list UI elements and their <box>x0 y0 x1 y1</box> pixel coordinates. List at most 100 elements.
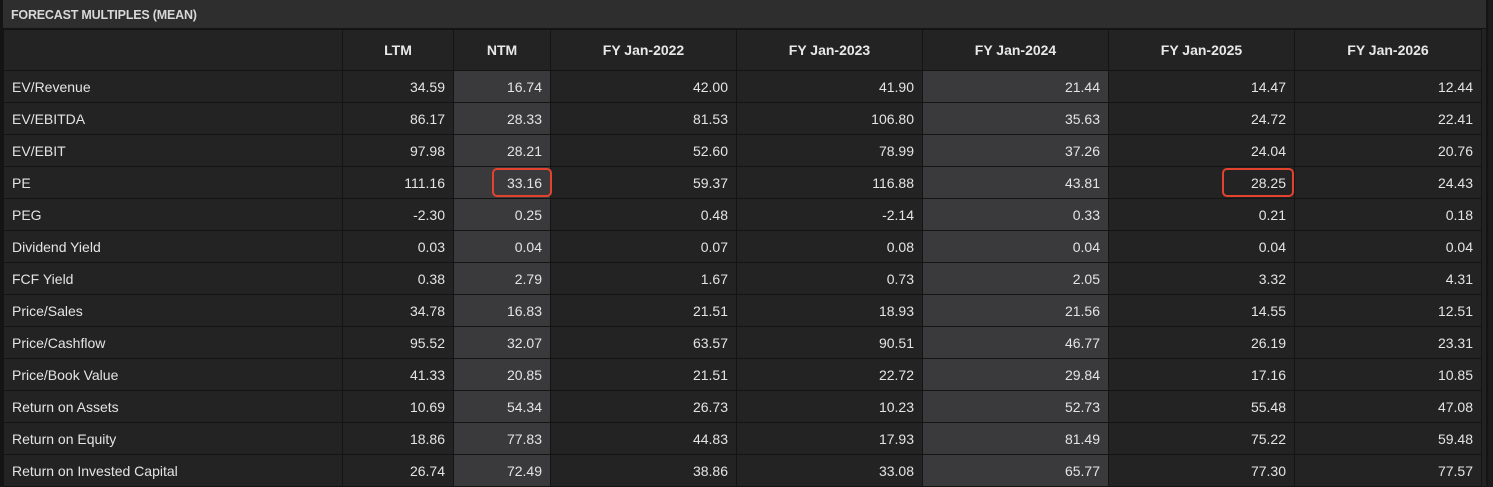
value-cell: 1.67 <box>550 262 737 295</box>
value-cell: 34.78 <box>342 294 454 327</box>
header-cell[interactable]: FY Jan-2022 <box>550 29 737 71</box>
forecast-multiples-panel: FORECAST MULTIPLES (MEAN) LTM NTM FY Jan-2… <box>0 0 1488 487</box>
value-cell: 12.51 <box>1294 294 1482 327</box>
table-row[interactable]: PE 111.16 33.16 59.37 116.88 43.81 28.25 24.43 <box>3 166 1482 199</box>
value-cell: 90.51 <box>736 326 923 359</box>
value-cell: 59.37 <box>550 166 737 199</box>
value-cell: 59.48 <box>1294 422 1482 455</box>
value-cell: 81.53 <box>550 102 737 135</box>
value-cell: 95.52 <box>342 326 454 359</box>
header-cell[interactable]: FY Jan-2025 <box>1108 29 1295 71</box>
value-cell: 38.86 <box>550 454 737 487</box>
row-label: PEG <box>3 198 343 231</box>
header-cell[interactable]: LTM <box>342 29 454 71</box>
value-cell: 18.86 <box>342 422 454 455</box>
value-cell: 10.85 <box>1294 358 1482 391</box>
value-cell: 77.83 <box>453 422 551 455</box>
value-cell: 2.05 <box>922 262 1109 295</box>
value-cell: 78.99 <box>736 134 923 167</box>
value-cell: 0.48 <box>550 198 737 231</box>
value-cell: 2.79 <box>453 262 551 295</box>
value-cell: 22.41 <box>1294 102 1482 135</box>
table-row[interactable]: Price/Cashflow 95.52 32.07 63.57 90.51 46.77 2… <box>3 326 1482 359</box>
value-cell: 3.32 <box>1108 262 1295 295</box>
value-cell: 12.44 <box>1294 70 1482 103</box>
table-row[interactable]: EV/EBIT 97.98 28.21 52.60 78.99 37.26 24.04 20.… <box>3 134 1482 167</box>
value-cell: 32.07 <box>453 326 551 359</box>
value-cell: 17.16 <box>1108 358 1295 391</box>
row-label: Price/Sales <box>3 294 343 327</box>
value-cell: 77.30 <box>1108 454 1295 487</box>
value-cell: 34.59 <box>342 70 454 103</box>
value-cell: 17.93 <box>736 422 923 455</box>
value-cell: 47.08 <box>1294 390 1482 423</box>
value-cell: 16.83 <box>453 294 551 327</box>
row-label: FCF Yield <box>3 262 343 295</box>
row-label: Return on Assets <box>3 390 343 423</box>
table-row[interactable]: Dividend Yield 0.03 0.04 0.07 0.08 0.04 0.04 0.… <box>3 230 1482 263</box>
value-cell: 54.34 <box>453 390 551 423</box>
value-cell: 72.49 <box>453 454 551 487</box>
value-cell: 0.04 <box>1108 230 1295 263</box>
value-cell: 52.73 <box>922 390 1109 423</box>
value-cell: -2.14 <box>736 198 923 231</box>
value-cell: 42.00 <box>550 70 737 103</box>
table-row[interactable]: FCF Yield 0.38 2.79 1.67 0.73 2.05 3.32 4.31 <box>3 262 1482 295</box>
value-cell: 4.31 <box>1294 262 1482 295</box>
value-cell: 86.17 <box>342 102 454 135</box>
value-cell: 0.04 <box>922 230 1109 263</box>
value-cell: 0.21 <box>1108 198 1295 231</box>
value-cell: 41.33 <box>342 358 454 391</box>
value-cell: 75.22 <box>1108 422 1295 455</box>
table-row[interactable]: Return on Assets 10.69 54.34 26.73 10.23 52.7… <box>3 390 1482 423</box>
table-row[interactable]: Return on Invested Capital 26.74 72.49 38.8… <box>3 454 1482 487</box>
header-cell[interactable]: FY Jan-2024 <box>922 29 1109 71</box>
value-cell: 0.03 <box>342 230 454 263</box>
header-cell[interactable]: NTM <box>453 29 551 71</box>
table-row[interactable]: Price/Book Value 41.33 20.85 21.51 22.72 29.8… <box>3 358 1482 391</box>
value-cell: 28.25 <box>1108 166 1295 199</box>
header-cell-label[interactable] <box>3 29 343 71</box>
table-body: EV/Revenue 34.59 16.74 42.00 41.90 21.44 14.47… <box>3 70 1482 487</box>
value-cell: 0.18 <box>1294 198 1482 231</box>
header-cell[interactable]: FY Jan-2023 <box>736 29 923 71</box>
value-cell: 26.19 <box>1108 326 1295 359</box>
value-cell: 16.74 <box>453 70 551 103</box>
row-label: EV/EBITDA <box>3 102 343 135</box>
multiples-table: LTM NTM FY Jan-2022 FY Jan-2023 FY Jan-2024 F… <box>3 29 1482 487</box>
value-cell: 21.56 <box>922 294 1109 327</box>
row-label: Return on Equity <box>3 422 343 455</box>
value-cell: 33.08 <box>736 454 923 487</box>
value-cell: 28.21 <box>453 134 551 167</box>
header-row: LTM NTM FY Jan-2022 FY Jan-2023 FY Jan-2024 F… <box>3 29 1482 71</box>
value-cell: 0.38 <box>342 262 454 295</box>
value-cell: 41.90 <box>736 70 923 103</box>
table-row[interactable]: EV/EBITDA 86.17 28.33 81.53 106.80 35.63 24.72… <box>3 102 1482 135</box>
value-cell: 24.04 <box>1108 134 1295 167</box>
value-cell: 46.77 <box>922 326 1109 359</box>
value-cell: 43.81 <box>922 166 1109 199</box>
value-cell: 0.25 <box>453 198 551 231</box>
value-cell: 14.55 <box>1108 294 1295 327</box>
value-cell: 116.88 <box>736 166 923 199</box>
value-cell: 44.83 <box>550 422 737 455</box>
value-cell: 22.72 <box>736 358 923 391</box>
panel-title: FORECAST MULTIPLES (MEAN) <box>3 0 1486 29</box>
value-cell: 65.77 <box>922 454 1109 487</box>
value-cell: 21.44 <box>922 70 1109 103</box>
table-row[interactable]: Return on Equity 18.86 77.83 44.83 17.93 81.4… <box>3 422 1482 455</box>
table-row[interactable]: PEG -2.30 0.25 0.48 -2.14 0.33 0.21 0.18 <box>3 198 1482 231</box>
value-cell: 37.26 <box>922 134 1109 167</box>
value-cell: -2.30 <box>342 198 454 231</box>
value-cell: 26.74 <box>342 454 454 487</box>
table-row[interactable]: EV/Revenue 34.59 16.74 42.00 41.90 21.44 14.47… <box>3 70 1482 103</box>
value-cell: 10.69 <box>342 390 454 423</box>
value-cell: 23.31 <box>1294 326 1482 359</box>
value-cell: 0.07 <box>550 230 737 263</box>
value-cell: 0.08 <box>736 230 923 263</box>
value-cell: 0.04 <box>453 230 551 263</box>
value-cell: 52.60 <box>550 134 737 167</box>
header-cell[interactable]: FY Jan-2026 <box>1294 29 1482 71</box>
row-label: PE <box>3 166 343 199</box>
table-row[interactable]: Price/Sales 34.78 16.83 21.51 18.93 21.56 14.5… <box>3 294 1482 327</box>
